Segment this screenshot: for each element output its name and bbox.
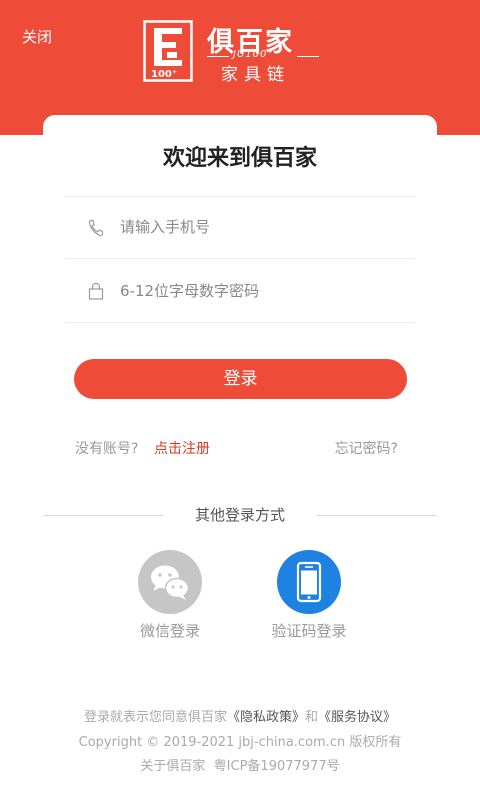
divider-right bbox=[317, 515, 437, 516]
brand-tag: 家具链 bbox=[221, 65, 290, 85]
phone-icon bbox=[88, 219, 104, 237]
mobile-icon bbox=[296, 561, 322, 603]
divider bbox=[65, 322, 415, 323]
icp-text: 粤ICP备19077977号 bbox=[213, 759, 340, 774]
brand-sub-divider bbox=[207, 56, 229, 57]
login-button[interactable]: 登录 bbox=[74, 359, 407, 399]
password-input[interactable] bbox=[120, 279, 400, 303]
about-link[interactable]: 关于俱百家 bbox=[140, 759, 205, 774]
footer-links: 关于俱百家 粤ICP备19077977号 bbox=[0, 755, 480, 774]
wechat-login-label[interactable]: 微信登录 bbox=[110, 620, 230, 641]
brand-sub: JU100⁺ bbox=[233, 49, 274, 60]
close-button[interactable]: 关闭 bbox=[22, 26, 52, 47]
brand-sub-divider bbox=[297, 56, 319, 57]
divider bbox=[65, 258, 415, 259]
welcome-title: 欢迎来到俱百家 bbox=[162, 146, 317, 171]
phone-input[interactable] bbox=[120, 215, 400, 239]
wechat-login-button[interactable] bbox=[138, 550, 202, 614]
sms-login-label[interactable]: 验证码登录 bbox=[249, 620, 369, 641]
no-account-text: 没有账号? bbox=[75, 441, 139, 457]
wechat-icon bbox=[151, 565, 190, 600]
agreement-line: 登录就表示您同意俱百家《隐私政策》和《服务协议》 bbox=[0, 706, 480, 725]
agreement-text: 登录就表示您同意俱百家 bbox=[83, 710, 227, 725]
copyright-text: Copyright © 2019-2021 jbj-china.com.cn 版… bbox=[78, 735, 402, 750]
register-link[interactable]: 点击注册 bbox=[154, 438, 210, 458]
logo-mark-text: 100⁺ bbox=[151, 69, 178, 80]
lock-icon bbox=[88, 282, 104, 300]
brand-logo: 100⁺ 俱百家 JU100⁺ 家具链 bbox=[143, 20, 323, 85]
forgot-password-link[interactable]: 忘记密码? bbox=[335, 438, 398, 458]
divider bbox=[65, 196, 415, 197]
privacy-policy-link[interactable]: 《隐私政策》 bbox=[227, 710, 305, 725]
sms-login-button[interactable] bbox=[277, 550, 341, 614]
service-agreement-link[interactable]: 《服务协议》 bbox=[318, 710, 396, 725]
and-text: 和 bbox=[305, 710, 319, 725]
